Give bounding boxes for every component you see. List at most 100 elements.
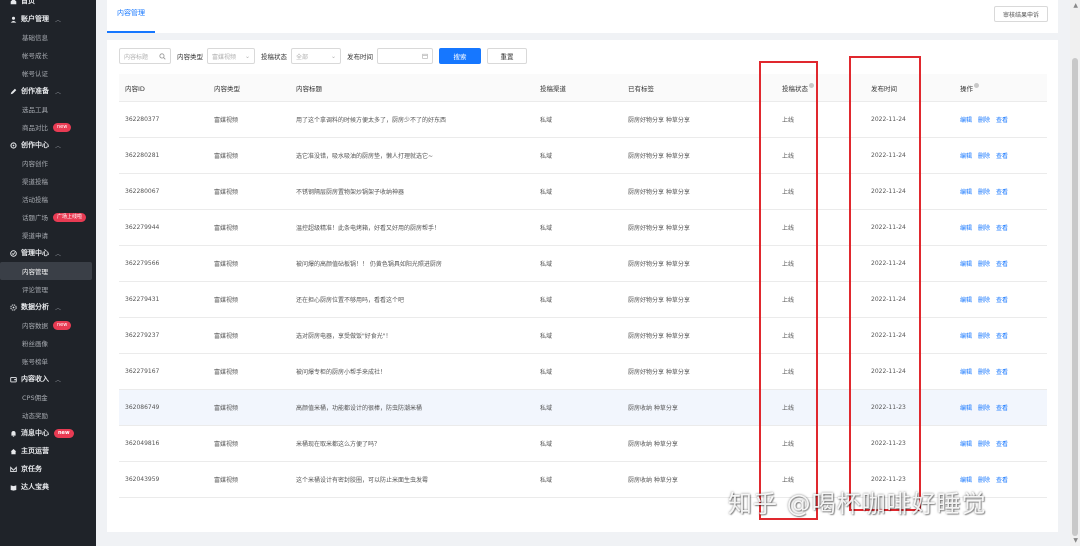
sidebar-item-label: 商品对比 bbox=[22, 124, 48, 132]
delete-link[interactable]: 删除 bbox=[978, 441, 990, 448]
delete-link[interactable]: 删除 bbox=[978, 405, 990, 412]
sidebar-item-6[interactable]: 选品工具 bbox=[0, 100, 96, 118]
sidebar-group-0[interactable]: 首页 bbox=[0, 0, 96, 10]
cell-tags: 厨房好物分享 种草分享 bbox=[628, 189, 690, 196]
delete-link[interactable]: 删除 bbox=[978, 261, 990, 268]
view-link[interactable]: 查看 bbox=[996, 261, 1008, 268]
cell-ops: 编辑 删除 查看 bbox=[954, 295, 1047, 304]
chevron-up-icon[interactable]: ︿ bbox=[55, 141, 61, 150]
view-link[interactable]: 查看 bbox=[996, 333, 1008, 340]
scroll-thumb[interactable] bbox=[1072, 58, 1078, 536]
page-scrollbar[interactable]: ▲ ▼ bbox=[1070, 0, 1080, 546]
view-link[interactable]: 查看 bbox=[996, 477, 1008, 484]
sidebar-item-9[interactable]: 内容创作 bbox=[0, 154, 96, 172]
wallet-icon bbox=[9, 375, 17, 383]
edit-link[interactable]: 编辑 bbox=[960, 369, 972, 376]
view-link[interactable]: 查看 bbox=[996, 441, 1008, 448]
sidebar-group-14[interactable]: 管理中心 ︿ bbox=[0, 244, 96, 262]
sidebar-item-12[interactable]: 话题广场 广场上线啦 bbox=[0, 208, 96, 226]
view-link[interactable]: 查看 bbox=[996, 369, 1008, 376]
edit-link[interactable]: 编辑 bbox=[960, 153, 972, 160]
sidebar-item-23[interactable]: 动态奖励 bbox=[0, 406, 96, 424]
sidebar-item-13[interactable]: 渠道申请 bbox=[0, 226, 96, 244]
scroll-up-icon[interactable]: ▲ bbox=[1073, 2, 1078, 9]
search-button[interactable]: 搜索 bbox=[439, 48, 481, 64]
edit-link[interactable]: 编辑 bbox=[960, 117, 972, 124]
chevron-up-icon[interactable]: ︿ bbox=[55, 375, 61, 384]
delete-link[interactable]: 删除 bbox=[978, 117, 990, 124]
edit-link[interactable]: 编辑 bbox=[960, 225, 972, 232]
sidebar-item-3[interactable]: 帐号成长 bbox=[0, 46, 96, 64]
sidebar-group-8[interactable]: 创作中心 ︿ bbox=[0, 136, 96, 154]
publish-time-picker[interactable] bbox=[377, 48, 433, 64]
sidebar-item-4[interactable]: 帐号认证 bbox=[0, 64, 96, 82]
edit-link[interactable]: 编辑 bbox=[960, 477, 972, 484]
sidebar-group-5[interactable]: 创作准备 ︿ bbox=[0, 82, 96, 100]
delete-link[interactable]: 删除 bbox=[978, 369, 990, 376]
chevron-up-icon[interactable]: ︿ bbox=[55, 15, 61, 24]
submit-status-select[interactable]: 全部 ⌄ bbox=[291, 48, 341, 64]
sidebar-group-25[interactable]: 主页运营 bbox=[0, 442, 96, 460]
delete-link[interactable]: 删除 bbox=[978, 297, 990, 304]
sidebar-item-2[interactable]: 基础信息 bbox=[0, 28, 96, 46]
edit-link[interactable]: 编辑 bbox=[960, 333, 972, 340]
cell-id: 362043959 bbox=[125, 476, 160, 483]
sidebar-group-21[interactable]: 内容收入 ︿ bbox=[0, 370, 96, 388]
sidebar-group-26[interactable]: 京任务 bbox=[0, 460, 96, 478]
cell-channel: 私域 bbox=[540, 261, 553, 268]
sidebar-item-label: 内容数据 bbox=[22, 322, 48, 330]
edit-link[interactable]: 编辑 bbox=[960, 261, 972, 268]
sidebar-group-17[interactable]: 数据分析 ︿ bbox=[0, 298, 96, 316]
cell-ops: 编辑 删除 查看 bbox=[954, 187, 1047, 196]
content-type-select[interactable]: 富媒视频 ⌄ bbox=[207, 48, 255, 64]
sidebar-item-22[interactable]: CPS佣金 bbox=[0, 388, 96, 406]
cell-tags: 厨房好物分享 种草分享 bbox=[628, 225, 690, 232]
sidebar-item-18[interactable]: 内容数据 new bbox=[0, 316, 96, 334]
header-ops: 操作 bbox=[954, 82, 1047, 93]
sidebar-item-7[interactable]: 商品对比 new bbox=[0, 118, 96, 136]
sidebar-item-label: 帐号成长 bbox=[22, 52, 48, 60]
keyword-search-input[interactable]: 内容标题 bbox=[119, 48, 171, 64]
chevron-up-icon[interactable]: ︿ bbox=[55, 303, 61, 312]
tab-content-management[interactable]: 内容管理 bbox=[117, 8, 145, 18]
edit-link[interactable]: 编辑 bbox=[960, 441, 972, 448]
edit-link[interactable]: 编辑 bbox=[960, 297, 972, 304]
chevron-up-icon[interactable]: ︿ bbox=[55, 87, 61, 96]
check-circle-icon bbox=[9, 249, 17, 257]
chevron-down-icon: ⌄ bbox=[244, 52, 250, 60]
view-link[interactable]: 查看 bbox=[996, 189, 1008, 196]
delete-link[interactable]: 删除 bbox=[978, 225, 990, 232]
sidebar-item-20[interactable]: 账号榜单 bbox=[0, 352, 96, 370]
view-link[interactable]: 查看 bbox=[996, 117, 1008, 124]
sidebar-item-16[interactable]: 评论管理 bbox=[0, 280, 96, 298]
delete-link[interactable]: 删除 bbox=[978, 333, 990, 340]
edit-link[interactable]: 编辑 bbox=[960, 189, 972, 196]
sidebar-item-10[interactable]: 渠道投稿 bbox=[0, 172, 96, 190]
sidebar-item-19[interactable]: 粉丝画像 bbox=[0, 334, 96, 352]
cell-title: 高颜值米桶，功能都设计的很棒，防虫防潮米桶 bbox=[296, 405, 423, 412]
cell-type: 富媒视频 bbox=[214, 117, 239, 124]
view-link[interactable]: 查看 bbox=[996, 225, 1008, 232]
reset-button[interactable]: 重置 bbox=[487, 48, 527, 64]
view-link[interactable]: 查看 bbox=[996, 297, 1008, 304]
view-link[interactable]: 查看 bbox=[996, 153, 1008, 160]
sidebar-item-11[interactable]: 活动投稿 bbox=[0, 190, 96, 208]
sidebar-group-1[interactable]: 账户管理 ︿ bbox=[0, 10, 96, 28]
chevron-up-icon[interactable]: ︿ bbox=[55, 249, 61, 258]
help-icon[interactable] bbox=[974, 82, 979, 88]
sidebar-item-15[interactable]: 内容管理 bbox=[0, 262, 92, 280]
view-link[interactable]: 查看 bbox=[996, 405, 1008, 412]
scroll-down-icon[interactable]: ▼ bbox=[1073, 537, 1078, 544]
edit-link[interactable]: 编辑 bbox=[960, 405, 972, 412]
delete-link[interactable]: 删除 bbox=[978, 189, 990, 196]
sidebar-group-24[interactable]: 消息中心 new bbox=[0, 424, 96, 442]
header-ops-label: 操作 bbox=[960, 84, 973, 93]
cell-tags: 厨房好物分享 种草分享 bbox=[628, 297, 690, 304]
content-management-panel: 内容标题 内容类型 富媒视频 ⌄ 投稿状态 全部 ⌄ 发布时间 搜索 重置 内容… bbox=[107, 40, 1058, 532]
review-appeal-button[interactable]: 审核结果申诉 bbox=[993, 6, 1048, 22]
delete-link[interactable]: 删除 bbox=[978, 153, 990, 160]
cell-type: 富媒视频 bbox=[214, 405, 239, 412]
delete-link[interactable]: 删除 bbox=[978, 477, 990, 484]
sidebar-group-27[interactable]: 达人宝典 bbox=[0, 478, 96, 496]
sidebar-item-label: 渠道申请 bbox=[22, 232, 48, 240]
